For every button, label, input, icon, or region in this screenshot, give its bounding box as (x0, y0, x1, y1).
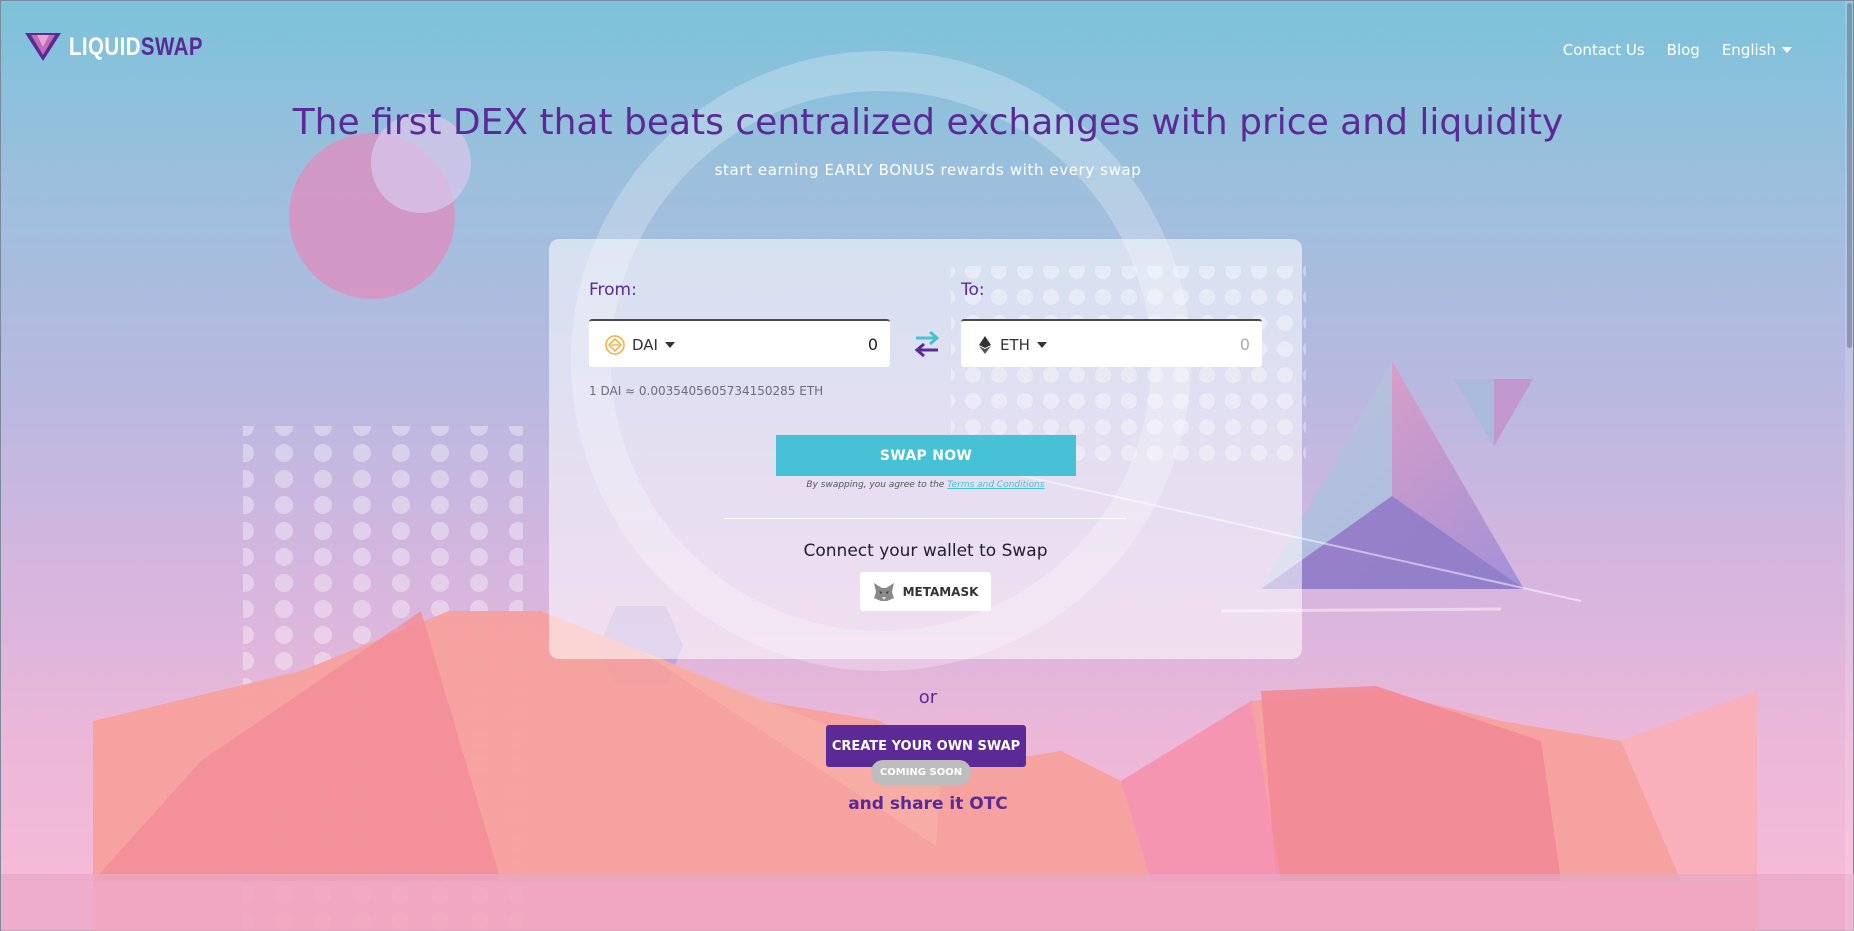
coming-soon-badge: COMING SOON (871, 760, 971, 785)
or-separator: or (918, 687, 938, 708)
nav-blog[interactable]: Blog (1667, 41, 1700, 59)
swap-now-button[interactable]: SWAP NOW (776, 435, 1076, 476)
metamask-fox-icon (873, 582, 894, 601)
site-header: LIQUIDSWAP Contact Us Blog English (1, 1, 1854, 96)
divider (724, 518, 1126, 519)
language-label: English (1721, 41, 1776, 59)
swap-direction-icon[interactable] (914, 329, 940, 359)
brand-logo[interactable]: LIQUIDSWAP (25, 31, 232, 63)
from-field: DAI (589, 319, 890, 367)
terms-prefix: By swapping, you agree to the (806, 480, 948, 490)
to-token-symbol: ETH (1000, 336, 1030, 354)
terms-link[interactable]: Terms and Conditions (947, 480, 1044, 490)
chevron-down-icon (664, 342, 675, 348)
from-label: From: (589, 280, 637, 300)
chevron-down-icon (1782, 47, 1792, 53)
to-amount-input[interactable] (1110, 331, 1250, 357)
top-nav: Contact Us Blog English (1563, 41, 1792, 59)
to-token-selector[interactable]: ETH (977, 335, 1047, 355)
eth-coin-icon (979, 336, 991, 354)
hero-subtitle: start earning EARLY BONUS rewards with e… (714, 161, 1142, 179)
liquidswap-logo-icon (25, 33, 61, 61)
brand-name-part2: SWAP (140, 32, 203, 61)
hero-title: The first DEX that beats centralized exc… (292, 102, 1564, 143)
share-otc-text: and share it OTC (848, 794, 1008, 814)
nav-contact-us[interactable]: Contact Us (1563, 41, 1645, 59)
exchange-rate: 1 DAI ≈ 0.0035405605734150285 ETH (589, 384, 824, 398)
terms-notice: By swapping, you agree to the Terms and … (549, 480, 1302, 490)
to-field: ETH (961, 319, 1262, 367)
to-label: To: (961, 280, 985, 300)
metamask-label: METAMASK (902, 584, 979, 599)
chevron-down-icon (1036, 342, 1047, 348)
from-token-selector[interactable]: DAI (605, 335, 675, 355)
connect-wallet-title: Connect your wallet to Swap (803, 541, 1048, 561)
metamask-button[interactable]: METAMASK (860, 572, 991, 611)
language-selector[interactable]: English (1722, 41, 1792, 59)
from-amount-input[interactable] (738, 331, 878, 357)
from-token-symbol: DAI (632, 336, 658, 354)
dai-coin-icon (605, 335, 625, 355)
brand-name-part1: LIQUID (69, 32, 141, 61)
brand-wordmark: LIQUIDSWAP (69, 33, 203, 62)
swap-card: From: To: DAI ETH 1 DAI ≈ (549, 239, 1302, 659)
